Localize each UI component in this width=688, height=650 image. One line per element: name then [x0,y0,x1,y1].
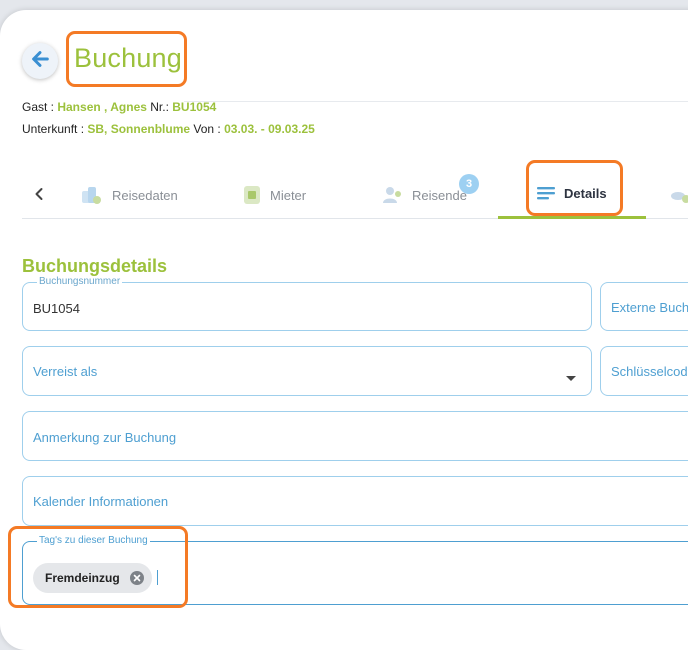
travel-icon [80,185,104,205]
booking-number-field[interactable]: Buchungsnummer BU1054 [22,276,592,331]
external-booking-placeholder: Externe Buch [611,300,688,315]
calendar-info-placeholder: Kalender Informationen [33,494,169,509]
calendar-info-field[interactable]: Kalender Informationen [22,476,688,526]
tab-reisende[interactable]: Reisende [382,185,467,205]
key-code-field[interactable]: Schlüsselcod [600,346,688,396]
tab-label: Mieter [270,187,307,203]
tab-mieter[interactable]: Mieter [242,185,306,205]
guest-name: Hansen , Agnes [57,100,147,114]
guest-line: Gast : Hansen , Agnes Nr.: BU1054 [22,100,216,114]
travellers-icon [382,185,404,205]
tags-highlight-box [8,526,188,608]
booking-nr: BU1054 [172,100,217,114]
travelling-as-select[interactable]: Verreist als [22,346,592,396]
section-title: Buchungsdetails [22,256,168,276]
nr-label: Nr.: [146,100,173,114]
travellers-count-badge: 3 [459,174,479,194]
details-tab-highlight-box [526,160,623,216]
from-label: Von : [190,122,225,136]
date-range: 03.03. - 09.03.25 [224,122,315,136]
tenant-icon [242,185,262,205]
guest-label: Gast : [22,100,58,114]
active-tab-indicator [498,216,646,219]
lodging-name: SB, Sonnenblume [87,122,191,136]
chevron-left-icon[interactable] [34,187,44,206]
tab-label: Reisende [412,187,467,203]
back-button[interactable] [22,43,58,79]
key-code-placeholder: Schlüsselcod [611,364,688,379]
header-divider [184,101,688,102]
booking-number-value: BU1054 [33,301,80,316]
dropdown-arrow-icon [565,369,577,387]
tab-reisedaten[interactable]: Reisedaten [80,185,178,205]
more-tabs-icon[interactable] [670,187,688,210]
lodging-line: Unterkunft : SB, Sonnenblume Von : 03.03… [22,122,315,136]
lodging-label: Unterkunft : [22,122,88,136]
title-highlight-box [66,31,187,87]
external-booking-field[interactable]: Externe Buch [600,282,688,331]
booking-note-field[interactable]: Anmerkung zur Buchung [22,411,688,461]
booking-number-legend: Buchungsnummer [37,276,123,287]
tab-label: Reisedaten [112,187,178,203]
back-arrow-icon [29,48,51,75]
booking-note-placeholder: Anmerkung zur Buchung [33,430,177,445]
booking-panel: Buchung Gast : Hansen , Agnes Nr.: BU105… [0,10,688,650]
travelling-as-placeholder: Verreist als [33,364,98,379]
